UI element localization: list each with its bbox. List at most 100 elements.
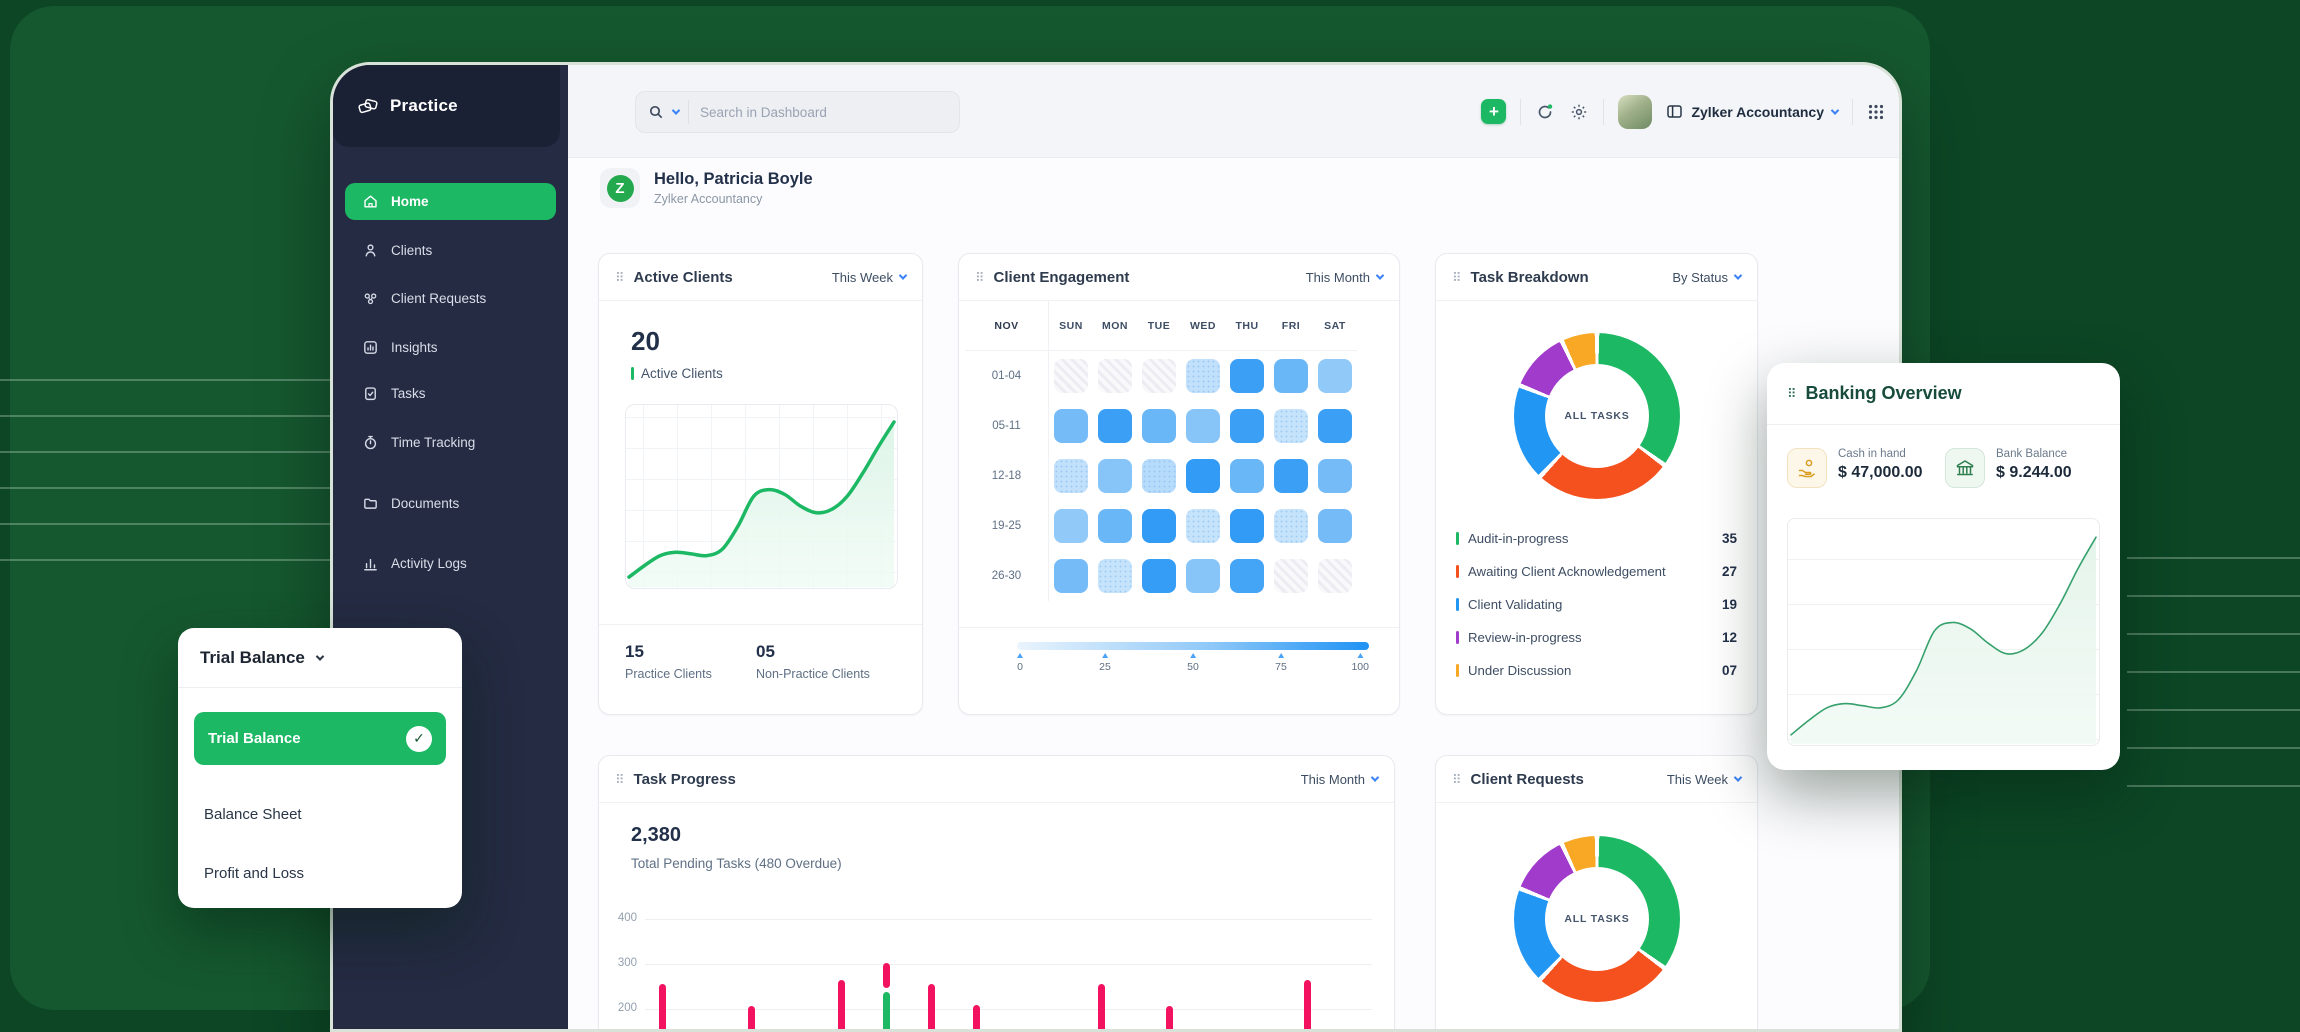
drag-handle-icon[interactable]: ⠿	[975, 271, 985, 284]
search-box[interactable]	[635, 91, 960, 133]
drag-handle-icon[interactable]: ⠿	[1787, 387, 1797, 400]
heatmap-row-label: 26-30	[965, 551, 1049, 601]
drag-handle-icon[interactable]: ⠿	[1452, 773, 1462, 786]
task-bar	[1304, 980, 1311, 1032]
sidebar-item-label: Home	[391, 194, 429, 209]
legend-value: 07	[1722, 663, 1737, 678]
picker-option-balance-sheet[interactable]: Balance Sheet	[194, 788, 446, 841]
heatmap-cell	[1225, 401, 1269, 451]
active-clients-trend-chart	[625, 404, 898, 589]
heatmap-row-label: 01-04	[965, 351, 1049, 401]
tick-marker	[631, 367, 634, 380]
sidebar-item-client-requests[interactable]: Client Requests	[345, 280, 556, 317]
add-new-button[interactable]: +	[1481, 99, 1506, 124]
heatmap-cell	[1049, 451, 1093, 501]
heatmap-cell-value	[1142, 459, 1176, 493]
donut-center-label: ALL TASKS	[1545, 867, 1649, 971]
user-avatar[interactable]	[1618, 95, 1652, 129]
search-scope-chevron-icon[interactable]	[672, 106, 680, 114]
heatmap-cell-value	[1098, 509, 1132, 543]
picker-option-profit-and-loss[interactable]: Profit and Loss	[194, 847, 446, 900]
heatmap-cell	[1313, 351, 1357, 401]
dashboard-content: Z Hello, Patricia Boyle Zylker Accountan…	[568, 158, 1899, 1029]
banking-overview-card: ⠿ Banking Overview Cash in hand $ 47,000…	[1767, 363, 2120, 770]
org-switcher[interactable]: Zylker Accountancy	[1666, 103, 1838, 120]
client-engagement-card: ⠿ Client Engagement This Month NOVSUNMON…	[958, 253, 1400, 715]
org-name: Zylker Accountancy	[1691, 104, 1824, 120]
sidebar-item-label: Insights	[391, 340, 438, 355]
y-axis-label: 200	[605, 1002, 637, 1014]
picker-option-trial-balance[interactable]: Trial Balance ✓	[194, 712, 446, 765]
task-breakdown-filter[interactable]: By Status	[1672, 270, 1741, 285]
heatmap-cell-value	[1054, 459, 1088, 493]
non-practice-clients-stat: 05 Non-Practice Clients	[756, 642, 870, 681]
pending-tasks-subtitle: Total Pending Tasks (480 Overdue)	[631, 856, 842, 871]
heatmap-cell-value	[1318, 359, 1352, 393]
heatmap-cell-empty	[1098, 359, 1132, 393]
sidebar-item-activity-logs[interactable]: Activity Logs	[345, 545, 556, 582]
heatmap-cell-value	[1186, 459, 1220, 493]
legend-label: Awaiting Client Acknowledgement	[1468, 564, 1713, 579]
sidebar-item-home[interactable]: Home	[345, 183, 556, 220]
heatmap-scale-bar	[1017, 642, 1369, 650]
sidebar-item-label: Clients	[391, 243, 432, 258]
legend-label: Audit-in-progress	[1468, 531, 1713, 546]
y-axis-label: 400	[605, 912, 637, 924]
card-title: Task Breakdown	[1471, 269, 1673, 286]
task-breakdown-card: ⠿ Task Breakdown By Status ALL TASKS Aud…	[1435, 253, 1758, 715]
topbar-divider	[1852, 99, 1853, 125]
legend-value: 12	[1722, 630, 1737, 645]
sidebar-item-tasks[interactable]: Tasks	[345, 375, 556, 412]
apps-grid-icon[interactable]	[1867, 103, 1885, 121]
heatmap-cell	[1269, 501, 1313, 551]
heatmap-cell	[1093, 501, 1137, 551]
heatmap-cell	[1181, 551, 1225, 601]
sidebar-item-documents[interactable]: Documents	[345, 485, 556, 522]
ledger-line	[0, 379, 330, 381]
org-avatar: Z	[600, 168, 640, 208]
client-requests-filter[interactable]: This Week	[1667, 772, 1741, 787]
greeting-subtitle: Zylker Accountancy	[654, 192, 813, 206]
cash-hand-icon	[1787, 448, 1827, 488]
heatmap-cell-value	[1186, 409, 1220, 443]
active-clients-filter[interactable]: This Week	[832, 270, 906, 285]
check-icon: ✓	[406, 726, 432, 752]
ledger-line	[2127, 671, 2300, 673]
active-clients-count-label: Active Clients	[631, 366, 723, 381]
task-bar	[1166, 1006, 1173, 1032]
heatmap-cell-value	[1230, 409, 1264, 443]
heatmap-cell-value	[1186, 509, 1220, 543]
heatmap-row-label: 12-18	[965, 451, 1049, 501]
sidebar-item-insights[interactable]: Insights	[345, 329, 556, 366]
settings-gear-icon[interactable]	[1569, 102, 1589, 122]
heatmap-cell-value	[1142, 559, 1176, 593]
ledger-line	[0, 415, 330, 417]
report-picker-card: Trial Balance Trial Balance ✓ Balance Sh…	[178, 628, 462, 908]
task-progress-filter[interactable]: This Month	[1301, 772, 1378, 787]
scale-tick-marker-icon	[1102, 653, 1108, 658]
heatmap-cell-value	[1186, 559, 1220, 593]
search-input[interactable]	[698, 104, 908, 121]
sidebar-item-clients[interactable]: Clients	[345, 232, 556, 269]
drag-handle-icon[interactable]: ⠿	[1452, 271, 1462, 284]
client-engagement-filter[interactable]: This Month	[1306, 270, 1383, 285]
ledger-line	[2127, 747, 2300, 749]
ledger-line	[0, 487, 330, 489]
y-axis-label: 300	[605, 957, 637, 969]
sidebar-item-time-tracking[interactable]: Time Tracking	[345, 424, 556, 461]
heatmap-cell-value	[1318, 459, 1352, 493]
task-bar	[1098, 984, 1105, 1032]
heatmap-cell	[1225, 351, 1269, 401]
heatmap-day-label: WED	[1181, 301, 1225, 351]
drag-handle-icon[interactable]: ⠿	[615, 271, 625, 284]
refresh-icon[interactable]	[1535, 102, 1555, 122]
heatmap-row-label: 05-11	[965, 401, 1049, 451]
engagement-heatmap: NOVSUNMONTUEWEDTHUFRISAT01-0405-1112-181…	[965, 301, 1357, 601]
report-picker-header[interactable]: Trial Balance	[178, 628, 462, 688]
app-logo[interactable]: Practice	[333, 65, 560, 147]
drag-handle-icon[interactable]: ⠿	[615, 773, 625, 786]
task-breakdown-legend: Audit-in-progress35Awaiting Client Ackno…	[1456, 522, 1737, 687]
scale-tick-marker-icon	[1357, 653, 1363, 658]
chevron-down-icon	[1376, 271, 1384, 279]
heatmap-cell	[1225, 501, 1269, 551]
